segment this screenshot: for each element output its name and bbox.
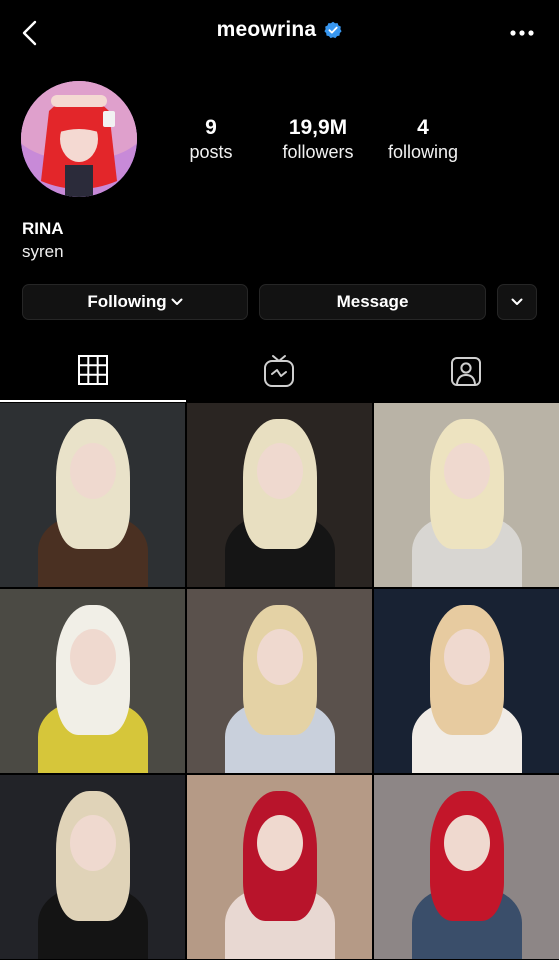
post-thumbnail (0, 403, 185, 587)
post-thumbnail (187, 403, 372, 587)
bio-text: syren (22, 242, 64, 261)
profile-bio: RINA syren (22, 218, 64, 264)
igtv-icon (264, 355, 294, 387)
post-thumbnail (374, 403, 559, 587)
following-button[interactable]: Following (22, 284, 248, 320)
post-thumbnail (187, 775, 372, 959)
following-label: following (387, 142, 459, 162)
avatar-image (21, 81, 137, 197)
avatar[interactable] (21, 81, 137, 197)
grid-post[interactable] (187, 589, 372, 773)
display-name: RINA (22, 219, 64, 238)
posts-label: posts (189, 142, 233, 162)
message-button[interactable]: Message (259, 284, 486, 320)
following-count: 4 (417, 116, 429, 139)
post-thumbnail (374, 589, 559, 773)
grid-post[interactable] (374, 775, 559, 959)
profile-stats: 9 posts 19,9M followers 4 following (170, 116, 466, 164)
followers-label: followers (282, 142, 354, 162)
tagged-icon (451, 357, 481, 386)
following-stat[interactable]: 4 following (380, 116, 466, 164)
chevron-down-icon (171, 298, 183, 305)
grid-post[interactable] (187, 403, 372, 587)
tab-tagged[interactable] (373, 340, 559, 402)
grid-post[interactable] (187, 775, 372, 959)
message-button-label: Message (336, 292, 409, 311)
more-horizontal-icon (510, 30, 534, 36)
post-thumbnail (0, 589, 185, 773)
grid-post[interactable] (374, 589, 559, 773)
post-thumbnail (0, 775, 185, 959)
followers-count: 19,9M (288, 116, 348, 139)
posts-stat[interactable]: 9 posts (170, 116, 252, 164)
more-options-button[interactable] (507, 18, 537, 48)
verified-badge-icon (324, 21, 342, 39)
grid-post[interactable] (0, 589, 185, 773)
tab-igtv[interactable] (186, 340, 372, 402)
post-thumbnail (374, 775, 559, 959)
grid-post[interactable] (0, 403, 185, 587)
tab-posts[interactable] (0, 340, 186, 402)
profile-title: meowrina (0, 18, 559, 42)
profile-header: 9 posts 19,9M followers 4 following (0, 78, 559, 203)
post-thumbnail (187, 589, 372, 773)
posts-count: 9 (205, 116, 217, 139)
followers-stat[interactable]: 19,9M followers (256, 116, 380, 164)
following-button-label: Following (87, 292, 167, 311)
username: meowrina (216, 18, 317, 41)
top-bar: meowrina (0, 0, 559, 66)
grid-post[interactable] (374, 403, 559, 587)
grid-post[interactable] (0, 775, 185, 959)
posts-grid (0, 403, 559, 960)
suggested-accounts-button[interactable] (497, 284, 537, 320)
chevron-down-icon (511, 298, 523, 305)
profile-tabs (0, 340, 559, 402)
grid-icon (78, 355, 108, 385)
profile-actions: Following Message (22, 284, 537, 320)
